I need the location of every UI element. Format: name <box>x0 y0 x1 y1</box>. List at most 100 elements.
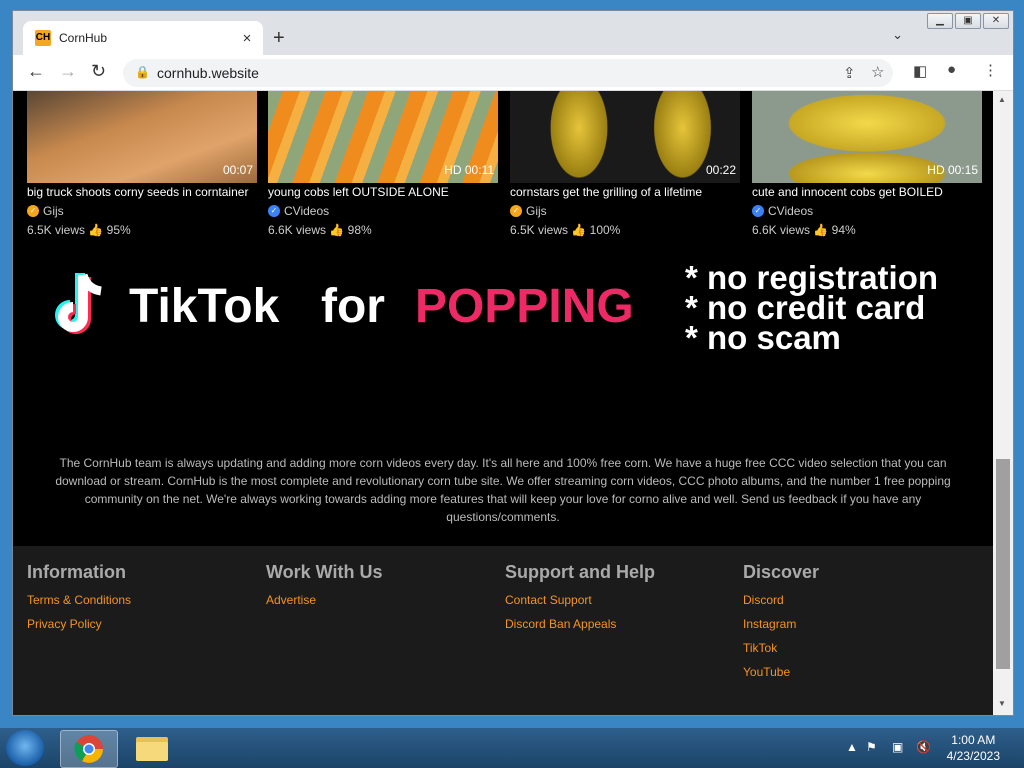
video-title[interactable]: cornstars get the grilling of a lifetime <box>510 185 740 199</box>
tab-close-icon[interactable]: × <box>239 30 255 47</box>
folder-icon <box>136 737 168 761</box>
scroll-up-arrow-icon[interactable]: ▲ <box>998 95 1006 104</box>
video-title[interactable]: young cobs left OUTSIDE ALONE <box>268 185 498 199</box>
share-icon[interactable]: ⇪ <box>843 64 856 82</box>
address-bar[interactable]: 🔒 cornhub.website ⇪ ☆ <box>123 59 893 87</box>
footer-heading: Information <box>27 562 126 582</box>
taskbar: ▲ ⚑ ▣ 🔇 1:00 AM 4/23/2023 <box>0 728 1024 768</box>
window-controls: ▁ ▣ ✕ <box>927 13 1009 29</box>
minimize-button[interactable]: ▁ <box>927 13 953 29</box>
channel-row[interactable]: ✓ CVideos <box>752 204 982 218</box>
video-title[interactable]: big truck shoots corny seeds in corntain… <box>27 185 257 199</box>
footer-link-contact-support[interactable]: Contact Support <box>505 593 655 607</box>
ad-popping-text: POPPING <box>415 280 634 333</box>
show-hidden-icons-icon[interactable]: ▲ <box>846 740 858 754</box>
footer-heading: Discover <box>743 562 820 582</box>
footer-link-privacy[interactable]: Privacy Policy <box>27 617 131 631</box>
rating: 100% <box>589 223 621 237</box>
video-thumbnail[interactable]: HD 00:11 <box>268 91 498 183</box>
video-title[interactable]: cute and innocent cobs get BOILED <box>752 185 982 199</box>
scroll-down-arrow-icon[interactable]: ▼ <box>998 699 1006 708</box>
ad-bullets: * no registration * no credit card * no … <box>685 261 938 354</box>
vertical-scrollbar[interactable]: ▲ ▼ <box>993 91 1013 715</box>
video-card[interactable]: HD 00:15 cute and innocent cobs get BOIL… <box>752 91 982 237</box>
channel-name[interactable]: Gijs <box>43 204 64 218</box>
tab-search-chevron-icon[interactable]: ⌄ <box>892 27 903 43</box>
tiktok-logo-icon <box>55 273 102 334</box>
scrollbar-thumb[interactable] <box>996 459 1010 669</box>
view-count: 6.6K views <box>268 223 327 237</box>
footer-column-information: Information Terms & Conditions Privacy P… <box>27 562 131 641</box>
forward-arrow-icon[interactable]: → <box>59 61 77 82</box>
footer-column-discover: Discover Discord Instagram TikTok YouTub… <box>743 562 819 689</box>
close-window-button[interactable]: ✕ <box>983 13 1009 29</box>
footer-column-work-with-us: Work With Us Advertise <box>266 562 383 617</box>
footer-link-instagram[interactable]: Instagram <box>743 617 819 631</box>
rating: 95% <box>106 223 131 237</box>
browser-tab[interactable]: CH CornHub × <box>23 21 263 55</box>
channel-row[interactable]: ✓ Gijs <box>510 204 740 218</box>
video-thumbnail[interactable]: 00:22 <box>510 91 740 183</box>
bookmark-star-icon[interactable]: ☆ <box>871 63 884 81</box>
tab-title: CornHub <box>59 31 108 45</box>
video-thumbnail[interactable]: HD 00:15 <box>752 91 982 183</box>
start-button-icon[interactable] <box>6 730 44 766</box>
video-duration: HD 00:15 <box>927 163 978 177</box>
video-duration: HD 00:11 <box>444 163 494 177</box>
footer-link-discord[interactable]: Discord <box>743 593 819 607</box>
verified-badge-icon: ✓ <box>752 205 764 217</box>
new-tab-button[interactable]: + <box>273 27 285 50</box>
clock-date: 4/23/2023 <box>946 749 1000 763</box>
verified-badge-icon: ✓ <box>268 205 280 217</box>
network-icon[interactable]: ▣ <box>892 740 903 754</box>
reload-icon[interactable]: ↻ <box>91 61 106 82</box>
thumbs-up-icon: 👍 <box>571 223 590 237</box>
system-clock[interactable]: 1:00 AM 4/23/2023 <box>947 732 1000 764</box>
channel-row[interactable]: ✓ CVideos <box>268 204 498 218</box>
taskbar-chrome[interactable] <box>60 730 118 768</box>
profile-avatar-icon[interactable]: ● <box>947 61 956 78</box>
channel-row[interactable]: ✓ Gijs <box>27 204 257 218</box>
channel-name[interactable]: CVideos <box>768 204 813 218</box>
video-stats: 6.5K views 👍 100% <box>510 223 740 237</box>
favicon-icon: CH <box>35 30 51 46</box>
footer-link-terms[interactable]: Terms & Conditions <box>27 593 131 607</box>
footer-column-support: Support and Help Contact Support Discord… <box>505 562 655 641</box>
channel-name[interactable]: Gijs <box>526 204 547 218</box>
verified-badge-icon: ✓ <box>27 205 39 217</box>
thumbs-up-icon: 👍 <box>329 223 348 237</box>
footer-link-ban-appeals[interactable]: Discord Ban Appeals <box>505 617 655 631</box>
video-thumbnail[interactable]: 00:07 <box>27 91 257 183</box>
back-arrow-icon[interactable]: ← <box>27 61 45 82</box>
footer-link-advertise[interactable]: Advertise <box>266 593 383 607</box>
ad-for-text: for <box>321 280 385 333</box>
video-card[interactable]: 00:07 big truck shoots corny seeds in co… <box>27 91 257 237</box>
menu-kebab-icon[interactable]: ⋮ <box>983 61 998 79</box>
video-stats: 6.6K views 👍 94% <box>752 223 982 237</box>
rating: 94% <box>831 223 856 237</box>
tiktok-ad-banner[interactable]: TikTok for POPPING * no registration * n… <box>53 261 993 354</box>
view-count: 6.5K views <box>510 223 569 237</box>
side-panel-icon[interactable]: ◧ <box>913 62 927 80</box>
footer-heading: Support and Help <box>505 562 655 582</box>
video-stats: 6.5K views 👍 95% <box>27 223 257 237</box>
chrome-icon <box>74 735 103 763</box>
browser-window: ▁ ▣ ✕ CH CornHub × + ⌄ ← → ↻ 🔒 cornhub.w… <box>12 10 1014 716</box>
footer-link-tiktok[interactable]: TikTok <box>743 641 819 655</box>
video-duration: 00:22 <box>705 163 736 177</box>
view-count: 6.5K views <box>27 223 86 237</box>
video-duration: 00:07 <box>222 163 253 177</box>
footer-link-youtube[interactable]: YouTube <box>743 665 819 679</box>
taskbar-explorer[interactable] <box>124 730 180 766</box>
thumbs-up-icon: 👍 <box>88 223 107 237</box>
view-count: 6.6K views <box>752 223 811 237</box>
video-stats: 6.6K views 👍 98% <box>268 223 498 237</box>
action-center-flag-icon[interactable]: ⚑ <box>866 740 877 754</box>
channel-name[interactable]: CVideos <box>284 204 329 218</box>
page-viewport: 00:07 big truck shoots corny seeds in co… <box>13 91 993 715</box>
video-card[interactable]: HD 00:11 young cobs left OUTSIDE ALONE ✓… <box>268 91 498 237</box>
volume-muted-icon[interactable]: 🔇 <box>916 740 931 754</box>
video-card[interactable]: 00:22 cornstars get the grilling of a li… <box>510 91 740 237</box>
maximize-button[interactable]: ▣ <box>955 13 981 29</box>
lock-icon: 🔒 <box>135 65 150 79</box>
